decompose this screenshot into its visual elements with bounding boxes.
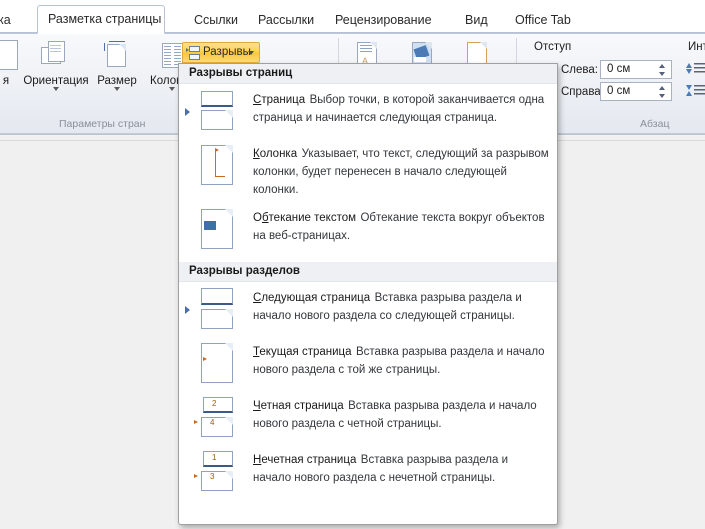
tab-vid[interactable]: Вид: [455, 8, 498, 34]
ribbon-command-label: Размер: [97, 75, 137, 87]
tab-label: Рассылки: [258, 13, 315, 27]
menu-item-next-page-section[interactable]: Следующая страница Вставка разрыва разде…: [179, 282, 557, 336]
even-page-section-icon: 2 4: [193, 396, 249, 440]
indent-left-value: 0 см: [607, 63, 631, 75]
indent-right-label: Справа:: [561, 86, 604, 98]
continuous-section-icon: [193, 342, 249, 386]
odd-page-number-bottom: 3: [210, 472, 215, 481]
space-before-icon[interactable]: [686, 62, 705, 75]
space-after-icon[interactable]: [686, 84, 705, 97]
stepper-down-icon[interactable]: [659, 94, 665, 98]
selection-bullet-icon: [185, 108, 190, 116]
ribbon-tab-strip: ка Разметка страницы Ссылки Рассылки Рец…: [0, 0, 705, 34]
even-page-number-top: 2: [212, 399, 217, 408]
breaks-dropdown-menu: Разрывы страниц Страница Выбор точки, в …: [178, 63, 558, 525]
menu-item-even-page-section[interactable]: 2 4 Четная страница Вставка разрыва разд…: [179, 390, 557, 444]
chevron-down-icon[interactable]: [114, 87, 120, 91]
menu-item-text: Колонка Указывает, что текст, следующий …: [249, 144, 549, 198]
menu-item-text: Текущая страница Вставка разрыва раздела…: [249, 342, 549, 378]
menu-section-header-page-breaks: Разрывы страниц: [179, 64, 557, 84]
menu-item-text: Обтекание текстом Обтекание текста вокру…: [249, 208, 549, 244]
next-page-section-icon: [193, 288, 249, 332]
menu-item-text: Четная страница Вставка разрыва раздела …: [249, 396, 549, 432]
menu-item-text: Страница Выбор точки, в которой заканчив…: [249, 90, 549, 126]
odd-page-section-icon: 1 3: [193, 450, 249, 494]
indent-right-input[interactable]: 0 см: [600, 82, 672, 101]
menu-item-column-break[interactable]: Колонка Указывает, что текст, следующий …: [179, 138, 557, 202]
word-ribbon-screen: ка Разметка страницы Ссылки Рассылки Рец…: [0, 0, 705, 529]
indent-left-label: Слева:: [561, 64, 598, 76]
menu-item-title: Четная страница: [253, 400, 344, 412]
tab-ssylki[interactable]: Ссылки: [184, 8, 248, 34]
stepper-up-icon[interactable]: [659, 86, 665, 90]
stepper-up-icon[interactable]: [659, 64, 665, 68]
page-break-icon: [193, 90, 249, 134]
ribbon-command-label: Ориентация: [23, 75, 89, 87]
menu-item-title: Следующая страница: [253, 292, 371, 304]
spacing-group-label: Инт: [688, 41, 705, 53]
margins-icon: [0, 40, 18, 70]
group-title-paragraph: Абзац: [640, 118, 670, 130]
menu-item-title: Нечетная страница: [253, 454, 357, 466]
menu-item-text-wrapping-break[interactable]: Обтекание текстом Обтекание текста вокру…: [179, 202, 557, 256]
tab-recenzirovanie[interactable]: Рецензирование: [325, 8, 442, 34]
breaks-button-label: Разрывы: [203, 46, 251, 58]
ribbon-command-orientation[interactable]: Ориентация: [20, 40, 92, 91]
tab-label: Ссылки: [194, 13, 239, 27]
tab-office-tab[interactable]: Office Tab: [505, 8, 581, 34]
text-wrapping-break-icon: [193, 208, 249, 252]
tab-label: Office Tab: [515, 13, 571, 27]
stepper-down-icon[interactable]: [659, 72, 665, 76]
tab-rassylki[interactable]: Рассылки: [248, 8, 324, 34]
menu-item-title: Колонка: [253, 148, 298, 160]
size-icon: [102, 40, 132, 70]
chevron-down-icon[interactable]: [248, 51, 254, 55]
ribbon-command-size[interactable]: Размер: [90, 40, 144, 91]
menu-item-continuous-section[interactable]: Текущая страница Вставка разрыва раздела…: [179, 336, 557, 390]
chevron-down-icon[interactable]: [53, 87, 59, 91]
menu-item-title: Обтекание текстом: [253, 212, 357, 224]
tab-label: Разметка страницы: [48, 12, 162, 26]
even-page-number-bottom: 4: [210, 418, 215, 427]
menu-item-odd-page-section[interactable]: 1 3 Нечетная страница Вставка разрыва ра…: [179, 444, 557, 498]
column-break-icon: [193, 144, 249, 188]
tab-label: Вид: [465, 13, 488, 27]
indent-group-label: Отступ: [534, 41, 572, 53]
menu-item-title: Текущая страница: [253, 346, 352, 358]
odd-page-number-top: 1: [212, 453, 217, 462]
menu-section-header-section-breaks: Разрывы разделов: [179, 262, 557, 282]
breaks-icon: [186, 46, 200, 60]
indent-left-input[interactable]: 0 см: [600, 60, 672, 79]
tab-vstavka[interactable]: ка: [0, 8, 21, 34]
menu-item-text: Нечетная страница Вставка разрыва раздел…: [249, 450, 549, 486]
menu-item-description: Указывает, что текст, следующий за разры…: [253, 148, 549, 196]
breaks-button[interactable]: Разрывы: [182, 42, 260, 63]
orientation-icon: [41, 40, 71, 70]
tab-label: Рецензирование: [335, 13, 432, 27]
menu-item-text: Следующая страница Вставка разрыва разде…: [249, 288, 549, 324]
selection-bullet-icon: [185, 306, 190, 314]
group-title-page-setup: Параметры стран: [59, 118, 146, 130]
indent-right-value: 0 см: [607, 85, 631, 97]
tab-label: ка: [0, 13, 11, 27]
menu-item-title: Страница: [253, 94, 306, 106]
tab-razmetka-stranicy[interactable]: Разметка страницы: [37, 5, 165, 34]
chevron-down-icon[interactable]: [169, 87, 175, 91]
menu-item-page-break[interactable]: Страница Выбор точки, в которой заканчив…: [179, 84, 557, 138]
